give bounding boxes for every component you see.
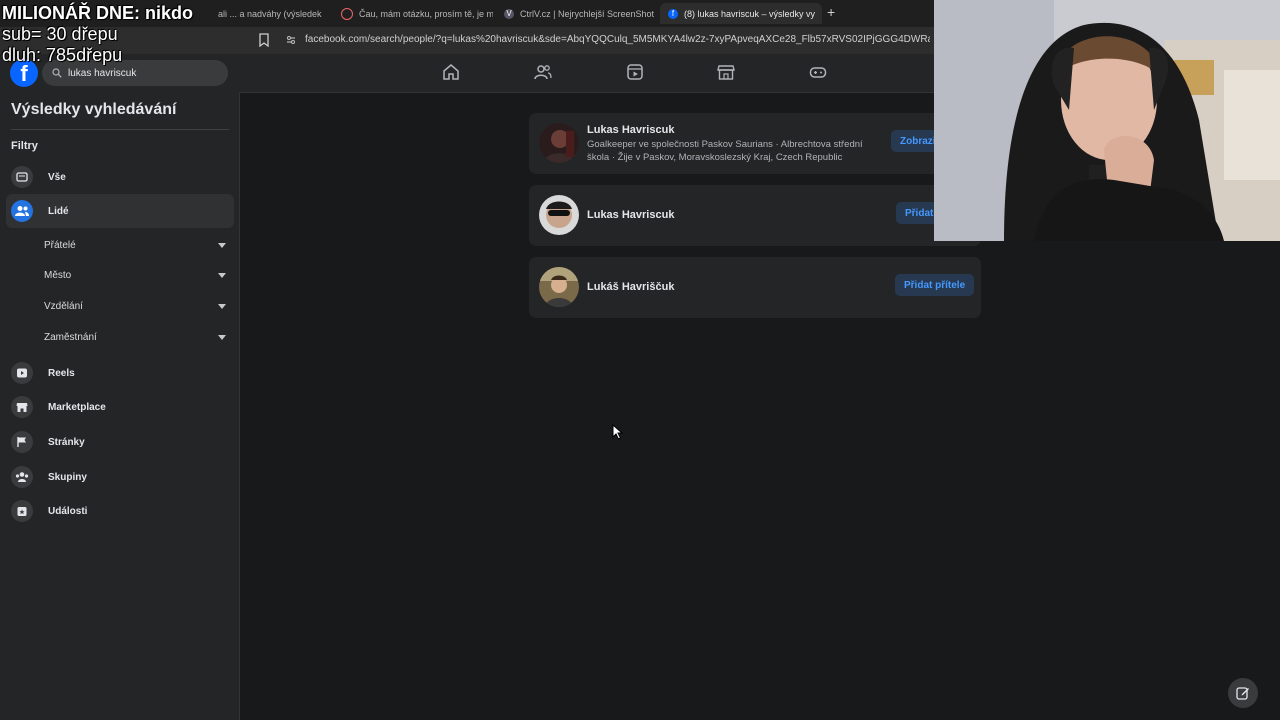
- facebook-icon: f: [668, 8, 678, 19]
- avatar[interactable]: [539, 267, 579, 307]
- tab-label: CtrlV.cz | Nejrychlejší ScreenShot a P: [520, 8, 654, 19]
- tab-label: ali ... a nadváhy (výsledek: [218, 8, 322, 19]
- ctrlv-icon: V: [504, 8, 514, 19]
- filters-label: Filtry: [11, 140, 38, 152]
- video-icon[interactable]: [626, 63, 644, 81]
- caret-down-icon: [218, 303, 226, 309]
- search-icon: [52, 68, 62, 78]
- sidebar-item-reels[interactable]: Reels: [6, 356, 234, 390]
- stream-text-overlay: MILIONÁŘ DNE: nikdo sub= 30 dřepu dluh: …: [2, 3, 193, 66]
- mouse-cursor-icon: [612, 424, 624, 440]
- friends-icon[interactable]: [534, 63, 552, 81]
- caret-down-icon: [218, 334, 226, 340]
- search-result-card[interactable]: Lukas Havriscuk Přidat: [529, 185, 981, 246]
- sidebar-item-events[interactable]: Události: [6, 494, 234, 528]
- tab-label: Čau, mám otázku, prosím tě, je m: [359, 8, 493, 19]
- edit-icon: [1236, 687, 1249, 700]
- subfilter-label: Přátelé: [44, 239, 76, 251]
- new-tab-button[interactable]: +: [827, 4, 835, 20]
- avatar[interactable]: [539, 123, 579, 163]
- close-icon[interactable]: ✕: [821, 8, 822, 19]
- browser-tab[interactable]: Čau, mám otázku, prosím tě, je m: [333, 3, 493, 24]
- subfilter-education[interactable]: Vzdělání: [44, 296, 226, 316]
- add-friend-button[interactable]: Přidat přítele: [895, 274, 975, 296]
- subfilter-city[interactable]: Město: [44, 265, 226, 285]
- groups-icon: [11, 466, 33, 488]
- sidebar-item-label: Lidé: [48, 205, 69, 217]
- sidebar-item-label: Stránky: [48, 436, 85, 448]
- url-field[interactable]: facebook.com/search/people/?q=lukas%20ha…: [305, 34, 930, 45]
- people-icon: [11, 200, 33, 222]
- sidebar-item-label: Události: [48, 505, 88, 517]
- chat-icon: [341, 7, 353, 20]
- sidebar-item-groups[interactable]: Skupiny: [6, 460, 234, 494]
- search-result-card[interactable]: Lukáš Havriščuk Přidat přítele: [529, 257, 981, 318]
- new-message-button[interactable]: [1228, 678, 1258, 708]
- webcam-overlay: [934, 0, 1280, 241]
- sidebar-item-marketplace[interactable]: Marketplace: [6, 390, 234, 424]
- result-description: Goalkeeper ve společnosti Paskov Saurian…: [587, 139, 863, 163]
- sidebar-title: Výsledky vyhledávání: [11, 101, 177, 118]
- caret-down-icon: [218, 272, 226, 278]
- avatar[interactable]: [539, 195, 579, 235]
- sidebar-item-people[interactable]: Lidé: [6, 194, 234, 228]
- tab-label: (8) lukas havriscuk – výsledky vy: [684, 8, 816, 19]
- sidebar-item-label: Reels: [48, 367, 75, 379]
- reels-icon: [11, 362, 33, 384]
- subfilter-label: Město: [44, 269, 72, 281]
- sidebar-item-all[interactable]: Vše: [6, 160, 234, 194]
- home-icon[interactable]: [442, 63, 460, 81]
- subfilter-label: Vzdělání: [44, 300, 83, 312]
- subfilter-label: Zaměstnání: [44, 331, 97, 343]
- sidebar-item-label: Marketplace: [48, 401, 106, 413]
- calendar-icon: [11, 500, 33, 522]
- result-name[interactable]: Lukas Havriscuk: [587, 124, 674, 136]
- result-name[interactable]: Lukáš Havriščuk: [587, 281, 674, 293]
- subfilter-friends[interactable]: Přátelé: [44, 235, 226, 255]
- browser-tab[interactable]: V CtrlV.cz | Nejrychlejší ScreenShot a P: [496, 3, 654, 24]
- bookmark-icon[interactable]: [258, 33, 270, 47]
- marketplace-icon[interactable]: [717, 63, 735, 81]
- marketplace-icon: [11, 396, 33, 418]
- search-input[interactable]: [66, 66, 220, 80]
- all-results-icon: [11, 166, 33, 188]
- overlay-line-debt: dluh: 785dřepu: [2, 45, 123, 65]
- subfilter-work[interactable]: Zaměstnání: [44, 327, 226, 347]
- sidebar-divider: [11, 129, 229, 130]
- browser-tab-active[interactable]: f (8) lukas havriscuk – výsledky vy ✕: [660, 3, 822, 24]
- site-settings-icon[interactable]: [285, 34, 297, 46]
- sidebar-item-label: Vše: [48, 171, 66, 183]
- browser-tab[interactable]: ali ... a nadváhy (výsledek: [210, 3, 330, 24]
- overlay-line-sub: sub= 30 dřepu: [2, 24, 118, 44]
- gaming-icon[interactable]: [809, 63, 827, 81]
- flag-icon: [11, 431, 33, 453]
- result-name[interactable]: Lukas Havriscuk: [587, 209, 674, 221]
- sidebar-item-label: Skupiny: [48, 471, 87, 483]
- search-result-card[interactable]: Lukas Havriscuk Goalkeeper ve společnost…: [529, 113, 981, 174]
- sidebar-item-pages[interactable]: Stránky: [6, 425, 234, 459]
- caret-down-icon: [218, 242, 226, 248]
- overlay-line-millionaire: MILIONÁŘ DNE: nikdo: [2, 3, 193, 23]
